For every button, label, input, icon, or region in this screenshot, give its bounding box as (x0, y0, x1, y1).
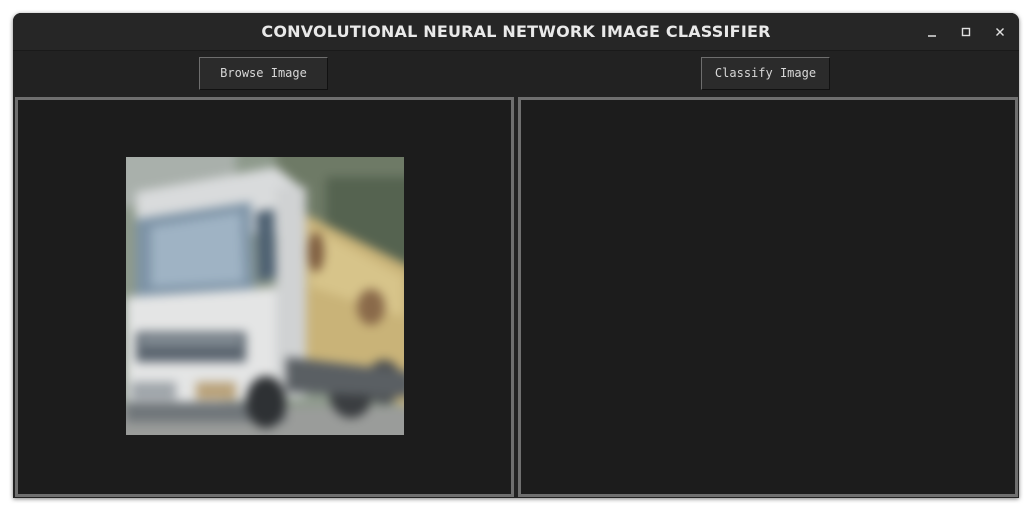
truck-image (126, 157, 404, 435)
truck-image-preview (126, 157, 404, 435)
title-bar[interactable]: CONVOLUTIONAL NEURAL NETWORK IMAGE CLASS… (13, 13, 1019, 51)
app-window: CONVOLUTIONAL NEURAL NETWORK IMAGE CLASS… (13, 13, 1019, 498)
classification-result-panel (518, 97, 1018, 497)
window-title: CONVOLUTIONAL NEURAL NETWORK IMAGE CLASS… (261, 22, 771, 41)
image-preview-panel (15, 97, 514, 497)
minimize-button[interactable] (923, 23, 941, 41)
close-button[interactable] (991, 23, 1009, 41)
classify-image-button[interactable]: Classify Image (701, 57, 830, 90)
browse-image-button[interactable]: Browse Image (199, 57, 328, 90)
maximize-button[interactable] (957, 23, 975, 41)
close-icon (996, 28, 1004, 36)
toolbar: Browse Image Classify Image (13, 51, 1019, 97)
minimize-icon (928, 35, 936, 37)
maximize-icon (961, 27, 971, 37)
